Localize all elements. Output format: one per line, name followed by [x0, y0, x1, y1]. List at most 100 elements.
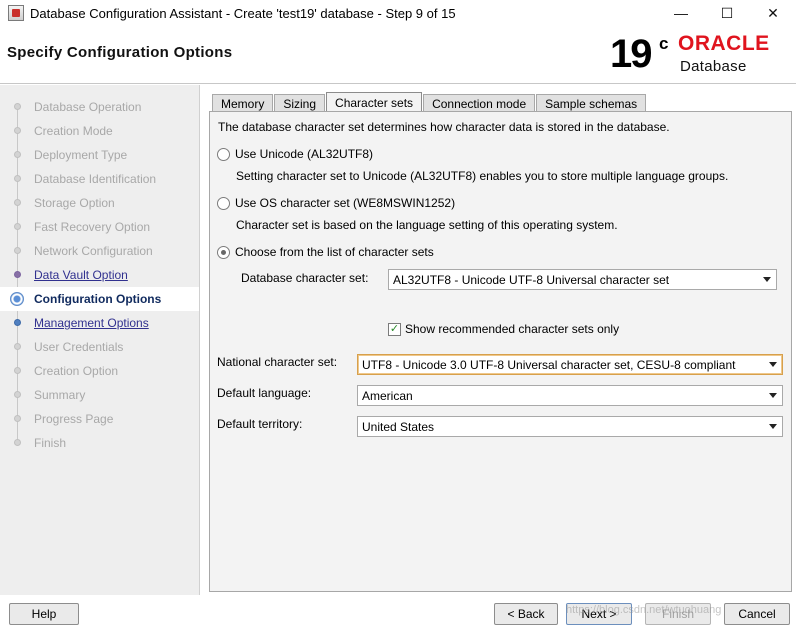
step-progress-page: Progress Page [0, 407, 199, 431]
chevron-down-icon [769, 393, 777, 398]
logo-brand: ORACLE [678, 32, 770, 55]
step-label: Deployment Type [34, 148, 128, 162]
step-label: Progress Page [34, 412, 114, 426]
window-controls: — ☐ ✕ [658, 0, 796, 26]
step-creation-mode: Creation Mode [0, 119, 199, 143]
main-content: Memory Sizing Character sets Connection … [209, 92, 792, 592]
default-territory-label: Default territory: [217, 417, 303, 431]
radio-button-selected-icon[interactable] [217, 245, 230, 259]
step-indicator-icon [14, 439, 21, 446]
step-indicator-icon [14, 343, 21, 350]
use-unicode-description: Setting character set to Unicode (AL32UT… [236, 169, 729, 183]
step-user-credentials: User Credentials [0, 335, 199, 359]
step-label: Finish [34, 436, 67, 450]
step-label: Database Operation [34, 100, 142, 114]
use-os-charset-radio[interactable]: Use OS character set (WE8MSWIN1252) [217, 196, 455, 210]
step-indicator-icon [14, 103, 21, 110]
step-label: Creation Mode [34, 124, 113, 138]
step-indicator-icon [14, 319, 21, 326]
step-label: Summary [34, 388, 86, 402]
logo-version-sup: c [659, 34, 669, 53]
step-indicator-icon [14, 199, 21, 206]
tab-memory[interactable]: Memory [212, 94, 274, 112]
database-charset-select[interactable]: AL32UTF8 - Unicode UTF-8 Universal chara… [388, 269, 777, 290]
character-sets-panel: The database character set determines ho… [209, 111, 792, 592]
oracle-logo: 19 c ORACLE Database [610, 30, 788, 80]
page-header: Specify Configuration Options 19 c ORACL… [0, 26, 796, 84]
logo-version: 19 [610, 32, 652, 76]
chevron-down-icon [763, 277, 771, 282]
step-network-configuration: Network Configuration [0, 239, 199, 263]
step-indicator-icon [14, 367, 21, 374]
step-label: Creation Option [34, 364, 119, 378]
default-territory-select[interactable]: United States [357, 416, 783, 437]
use-os-charset-description: Character set is based on the language s… [236, 218, 618, 232]
step-database-operation: Database Operation [0, 95, 199, 119]
tab-character-sets[interactable]: Character sets [326, 92, 423, 112]
current-step-icon [10, 292, 24, 306]
step-indicator-icon [14, 223, 21, 230]
step-configuration-options: Configuration Options [0, 287, 199, 311]
choose-from-list-label: Choose from the list of character sets [235, 245, 434, 259]
step-indicator-icon [14, 415, 21, 422]
step-label: User Credentials [34, 340, 124, 354]
logo-product: Database [680, 58, 747, 75]
chevron-down-icon [769, 362, 777, 367]
step-label: Storage Option [34, 196, 115, 210]
step-indicator-icon [14, 271, 21, 278]
step-indicator-icon [14, 151, 21, 158]
step-management-options[interactable]: Management Options [0, 311, 199, 335]
use-os-charset-label: Use OS character set (WE8MSWIN1252) [235, 196, 456, 210]
radio-button-icon[interactable] [217, 147, 230, 161]
title-bar: Database Configuration Assistant - Creat… [0, 0, 796, 26]
chevron-down-icon [769, 424, 777, 429]
minimize-icon[interactable]: — [658, 0, 704, 26]
step-label: Configuration Options [34, 292, 162, 306]
step-finish: Finish [0, 431, 199, 455]
close-icon[interactable]: ✕ [750, 0, 796, 26]
tab-connection-mode[interactable]: Connection mode [423, 94, 536, 112]
show-recommended-checkbox[interactable]: ✓ Show recommended character sets only [388, 322, 619, 336]
step-label: Network Configuration [34, 244, 153, 258]
step-label[interactable]: Data Vault Option [34, 268, 128, 282]
choose-from-list-radio[interactable]: Choose from the list of character sets [217, 245, 434, 259]
radio-button-icon[interactable] [217, 196, 230, 210]
step-label: Database Identification [34, 172, 157, 186]
tab-sizing[interactable]: Sizing [274, 94, 326, 112]
app-icon [8, 5, 24, 21]
tab-strip: Memory Sizing Character sets Connection … [212, 92, 647, 112]
watermark-text: https://blog.csdn.net/wtuohuang [566, 604, 722, 616]
step-indicator-icon [14, 391, 21, 398]
default-language-select[interactable]: American [357, 385, 783, 406]
charset-description: The database character set determines ho… [218, 120, 670, 134]
database-charset-value: AL32UTF8 - Unicode UTF-8 Universal chara… [393, 272, 670, 287]
window-title: Database Configuration Assistant - Creat… [30, 5, 456, 21]
step-indicator-icon [14, 127, 21, 134]
step-data-vault-option[interactable]: Data Vault Option [0, 263, 199, 287]
step-database-identification: Database Identification [0, 167, 199, 191]
default-language-label: Default language: [217, 386, 312, 400]
national-charset-select[interactable]: UTF8 - Unicode 3.0 UTF-8 Universal chara… [357, 354, 783, 375]
use-unicode-radio[interactable]: Use Unicode (AL32UTF8) [217, 147, 373, 161]
page-title: Specify Configuration Options [7, 44, 233, 61]
step-summary: Summary [0, 383, 199, 407]
tab-sample-schemas[interactable]: Sample schemas [536, 94, 647, 112]
step-fast-recovery-option: Fast Recovery Option [0, 215, 199, 239]
default-territory-value: United States [362, 419, 435, 434]
national-charset-label: National character set: [217, 355, 338, 369]
database-charset-label: Database character set: [241, 271, 369, 285]
steps-sidebar: Database Operation Creation Mode Deploym… [0, 85, 200, 595]
step-deployment-type: Deployment Type [0, 143, 199, 167]
step-label[interactable]: Management Options [34, 316, 149, 330]
step-creation-option: Creation Option [0, 359, 199, 383]
show-recommended-label: Show recommended character sets only [405, 322, 620, 336]
national-charset-value: UTF8 - Unicode 3.0 UTF-8 Universal chara… [362, 357, 736, 372]
default-language-value: American [362, 388, 413, 403]
step-indicator-icon [14, 175, 21, 182]
maximize-icon[interactable]: ☐ [704, 0, 750, 26]
use-unicode-label: Use Unicode (AL32UTF8) [235, 147, 374, 161]
step-storage-option: Storage Option [0, 191, 199, 215]
checkmark-icon[interactable]: ✓ [388, 322, 401, 336]
step-label: Fast Recovery Option [34, 220, 151, 234]
step-indicator-icon [14, 247, 21, 254]
